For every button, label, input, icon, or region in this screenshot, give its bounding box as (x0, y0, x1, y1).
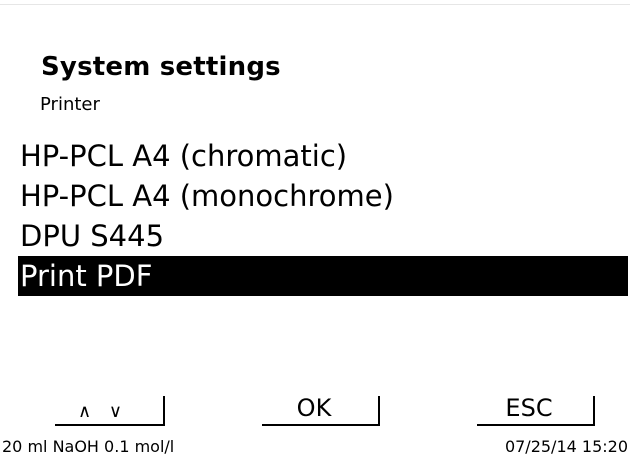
menu-item-print-pdf[interactable]: Print PDF (18, 256, 628, 296)
menu-item-hp-pcl-monochrome[interactable]: HP-PCL A4 (monochrome) (18, 176, 628, 216)
menu-item-hp-pcl-chromatic[interactable]: HP-PCL A4 (chromatic) (18, 136, 628, 176)
top-divider (0, 4, 630, 5)
printer-menu: HP-PCL A4 (chromatic) HP-PCL A4 (monochr… (18, 136, 628, 296)
ok-button-label: OK (296, 394, 332, 422)
reagent-status: 20 ml NaOH 0.1 mol/l (2, 437, 175, 456)
up-down-arrows-icon: ∧ ∨ (77, 401, 129, 422)
datetime-status: 07/25/14 15:20 (504, 437, 628, 456)
page-subtitle: Printer (40, 94, 100, 115)
esc-button-label: ESC (505, 394, 553, 422)
page-title: System settings (41, 52, 281, 82)
up-down-button[interactable]: ∧ ∨ (55, 392, 165, 432)
menu-item-dpu-s445[interactable]: DPU S445 (18, 216, 628, 256)
esc-button[interactable]: ESC (477, 392, 595, 432)
ok-button[interactable]: OK (262, 392, 380, 432)
